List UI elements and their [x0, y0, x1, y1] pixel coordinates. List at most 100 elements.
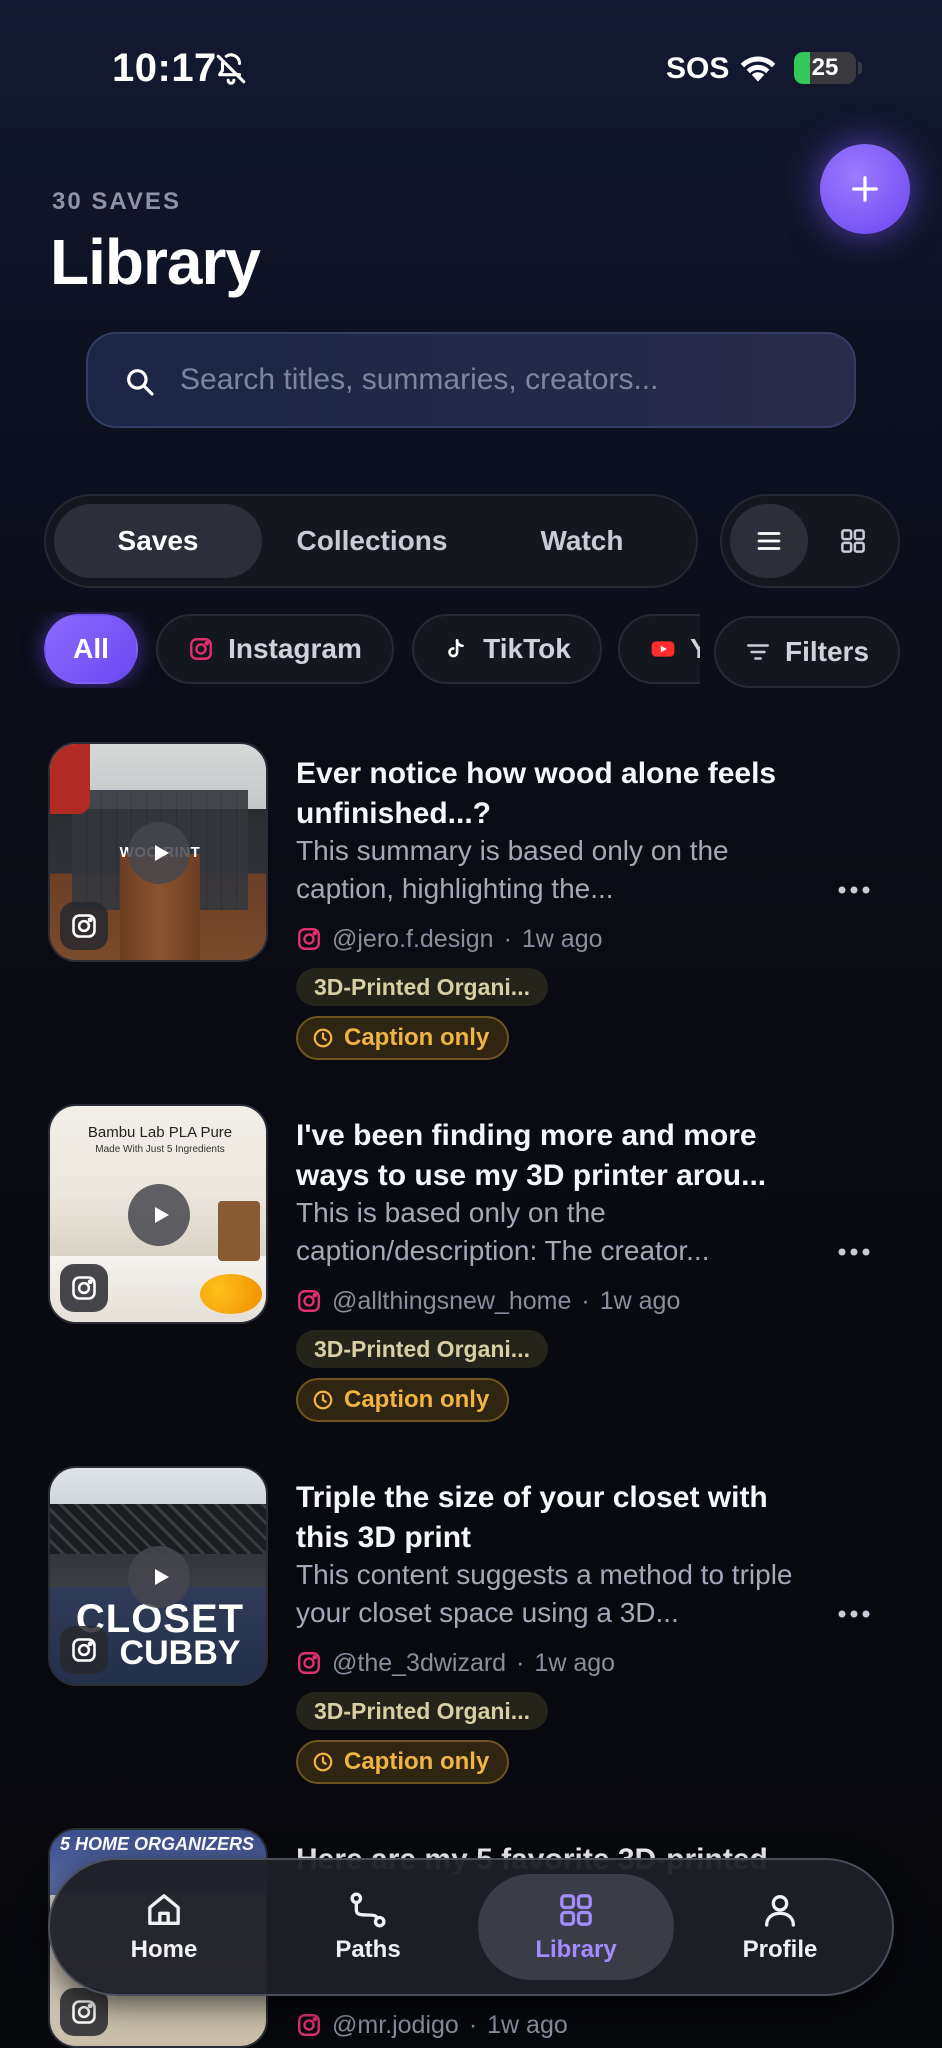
meta-separator: · [503, 924, 512, 953]
item-title[interactable]: Triple the size of your closet with this… [296, 1478, 796, 1558]
list-icon [757, 532, 781, 550]
chip-tiktok[interactable]: TikTok [412, 614, 602, 684]
search-input[interactable] [180, 334, 830, 426]
nav-library-label: Library [535, 1936, 617, 1963]
clock-icon [313, 1390, 333, 1410]
play-button[interactable] [128, 822, 190, 884]
status-sos: SOS [666, 52, 730, 85]
thumb-lemons [200, 1274, 262, 1314]
play-button[interactable] [128, 1546, 190, 1608]
view-toggle [720, 494, 900, 588]
chip-instagram[interactable]: Instagram [156, 614, 394, 684]
instagram-icon [190, 638, 213, 660]
item-title[interactable]: I've been finding more and more ways to … [296, 1116, 796, 1196]
tab-saves[interactable]: Saves [54, 504, 262, 578]
nav-profile-label: Profile [742, 1936, 818, 1963]
chip-all-label: All [73, 633, 109, 664]
item-creator[interactable]: @jero.f.design [332, 925, 494, 954]
grid-icon [560, 1894, 592, 1926]
clock-icon [313, 1752, 333, 1772]
list-view-button[interactable] [730, 504, 808, 578]
item-time: 1w ago [521, 924, 603, 953]
item-time: 1w ago [487, 2010, 568, 2039]
filters-label: Filters [784, 636, 870, 667]
item-summary: This summary is based only on the captio… [296, 835, 729, 904]
item-thumbnail[interactable]: Bambu Lab PLA Pure Made With Just 5 Ingr… [48, 1104, 268, 1324]
battery-cap [858, 62, 862, 74]
platform-badge [60, 1988, 108, 2036]
bottom-nav: Home Paths Library Profile [48, 1858, 894, 1996]
instagram-icon [298, 2014, 320, 2036]
instagram-icon [298, 1290, 320, 1312]
play-button[interactable] [128, 1184, 190, 1246]
item-title[interactable]: Ever notice how wood alone feels unfinis… [296, 754, 796, 834]
thumb-tool [50, 744, 90, 814]
status-bar: 10:17 SOS 25 [0, 0, 942, 140]
caption-only-badge: Caption only [296, 1378, 510, 1422]
battery-percent: 25 [811, 54, 839, 81]
tab-watch[interactable]: Watch [482, 504, 682, 578]
more-options-button[interactable] [830, 1590, 878, 1638]
item-creator[interactable]: @mr.jodigo [332, 2011, 459, 2040]
item-summary: This is based only on the caption/descri… [296, 1197, 710, 1266]
meta-separator: · [581, 1286, 590, 1315]
instagram-icon [72, 2000, 96, 2024]
more-icon [838, 1610, 870, 1618]
page-title: Library [50, 226, 261, 298]
more-options-button[interactable] [830, 1228, 878, 1276]
tab-collections[interactable]: Collections [272, 504, 472, 578]
item-meta: @the_3dwizard · 1w ago [296, 1646, 615, 1680]
nav-home-label: Home [130, 1936, 198, 1963]
thumb-board [218, 1201, 260, 1261]
chip-all[interactable]: All [44, 614, 138, 684]
instagram-icon [72, 914, 96, 938]
item-creator[interactable]: @allthingsnew_home [332, 1287, 571, 1316]
filter-icon [747, 644, 769, 660]
nav-paths[interactable]: Paths [270, 1874, 466, 1980]
nav-profile[interactable]: Profile [682, 1874, 878, 1980]
instagram-icon [298, 1652, 320, 1674]
item-time: 1w ago [534, 1648, 616, 1677]
chip-youtube-label: Y [690, 633, 700, 664]
list-item[interactable]: WOO RINT Ever notice how wood alone feel… [0, 742, 942, 1072]
item-time: 1w ago [599, 1286, 681, 1315]
save-count: 30 SAVES [52, 188, 181, 215]
grid-view-button[interactable] [814, 504, 892, 578]
caption-only-label: Caption only [344, 1386, 490, 1413]
chip-youtube[interactable]: Y [618, 614, 700, 684]
platform-badge [60, 902, 108, 950]
list-item[interactable]: CLOSET CUBBY Triple the size of your clo… [0, 1466, 942, 1796]
play-icon [155, 845, 169, 861]
chip-instagram-label: Instagram [228, 633, 362, 664]
plus-icon [852, 176, 878, 202]
search-icon [127, 369, 154, 396]
play-icon [155, 1207, 169, 1223]
filters-button[interactable]: Filters [714, 616, 900, 688]
collection-tag[interactable]: 3D-Printed Organi... [296, 968, 548, 1006]
nav-home[interactable]: Home [66, 1874, 262, 1980]
collection-tag[interactable]: 3D-Printed Organi... [296, 1330, 548, 1368]
add-button[interactable] [820, 144, 910, 234]
wifi-icon [740, 56, 776, 82]
instagram-icon [298, 928, 320, 950]
list-item[interactable]: Bambu Lab PLA Pure Made With Just 5 Ingr… [0, 1104, 942, 1434]
more-options-button[interactable] [830, 866, 878, 914]
collection-tag[interactable]: 3D-Printed Organi... [296, 1692, 548, 1730]
library-tabs: Saves Collections Watch [44, 494, 698, 588]
caption-only-badge: Caption only [296, 1740, 510, 1784]
status-time: 10:17 [112, 46, 217, 90]
battery-indicator: 25 [794, 52, 856, 84]
nav-paths-label: Paths [335, 1936, 401, 1963]
chip-tiktok-label: TikTok [483, 633, 571, 664]
item-creator[interactable]: @the_3dwizard [332, 1649, 506, 1678]
more-icon [838, 1248, 870, 1256]
nav-library[interactable]: Library [478, 1874, 674, 1980]
meta-separator: · [468, 2010, 478, 2039]
item-thumbnail[interactable]: CLOSET CUBBY [48, 1466, 268, 1686]
caption-only-label: Caption only [344, 1748, 490, 1775]
platform-badge [60, 1264, 108, 1312]
platform-badge [60, 1626, 108, 1674]
more-icon [838, 886, 870, 894]
item-thumbnail[interactable]: WOO RINT [48, 742, 268, 962]
search-box[interactable] [86, 332, 856, 428]
